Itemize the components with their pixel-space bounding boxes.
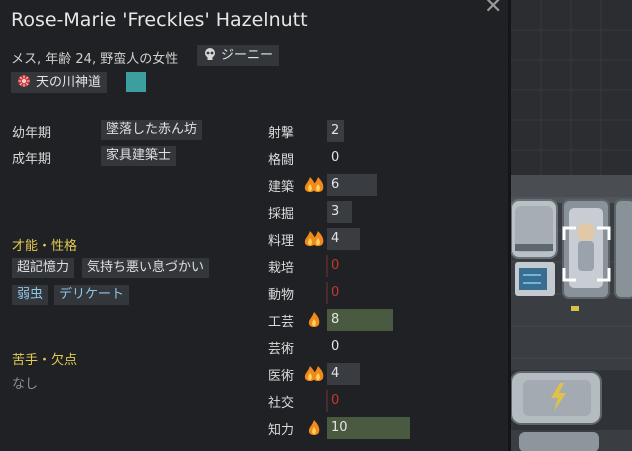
map-scene <box>511 0 632 451</box>
skill-disabled-marker <box>326 282 328 304</box>
skill-name: 社交 <box>268 396 295 411</box>
traits-heading: 才能・性格 <box>12 239 78 254</box>
ideo-color-swatch[interactable] <box>126 72 146 92</box>
minor-passion-icon <box>308 418 320 442</box>
pawn-name: Rose-Marie 'Freckles' Hazelnutt <box>11 9 308 31</box>
skill-level: 10 <box>331 420 348 435</box>
skill-name: 医術 <box>268 369 295 384</box>
skill-disabled-marker <box>326 390 328 412</box>
childhood-backstory[interactable]: 墜落した赤ん坊 <box>101 120 203 140</box>
skill-level: 8 <box>331 312 340 327</box>
skill-disabled-marker <box>326 255 328 277</box>
skill-name: 格闘 <box>268 153 295 168</box>
minor-passion-icon <box>308 310 320 334</box>
gene-chip[interactable]: デリケート <box>54 285 130 305</box>
close-icon[interactable]: ✕ <box>484 0 502 19</box>
ideoligion-chip[interactable]: 天の川神道 <box>11 72 108 93</box>
pawn-description: メス, 年齢 24, 野蛮人の女性 <box>11 52 179 67</box>
trait-chip[interactable]: 超記憶力 <box>12 258 75 278</box>
gene-chip[interactable]: 弱虫 <box>12 285 49 305</box>
map-view[interactable] <box>511 0 632 451</box>
skill-name: 動物 <box>268 288 295 303</box>
skill-level: 2 <box>331 123 340 138</box>
childhood-label: 幼年期 <box>12 126 52 141</box>
skill-level: 3 <box>331 204 340 219</box>
skill-level: 0 <box>331 150 340 165</box>
xenotype-chip[interactable]: ジーニー <box>197 45 280 66</box>
major-passion-icon <box>303 175 325 199</box>
skill-name: 料理 <box>268 234 295 249</box>
skill-name: 建築 <box>268 180 295 195</box>
skill-name: 栽培 <box>268 261 295 276</box>
skill-level: 0 <box>331 393 340 408</box>
skill-name: 芸術 <box>268 342 295 357</box>
character-panel: Rose-Marie 'Freckles' Hazelnutt ✕ メス, 年齢… <box>0 0 508 451</box>
incapable-heading: 苦手・欠点 <box>12 353 78 368</box>
adulthood-label: 成年期 <box>12 152 52 167</box>
xenotype-label: ジーニー <box>221 48 274 63</box>
skill-level: 0 <box>331 258 340 273</box>
skill-name: 射撃 <box>268 126 295 141</box>
skill-level: 4 <box>331 231 340 246</box>
adulthood-backstory[interactable]: 家具建築士 <box>101 146 177 166</box>
incapable-value: なし <box>12 377 39 392</box>
skill-level: 0 <box>331 339 340 354</box>
ideo-symbol-icon <box>18 75 30 87</box>
skill-name: 工芸 <box>268 315 295 330</box>
ideoligion-label: 天の川神道 <box>36 75 102 90</box>
skill-level: 6 <box>331 177 340 192</box>
skull-icon <box>205 48 215 60</box>
skill-level: 0 <box>331 285 340 300</box>
trait-chip[interactable]: 気持ち悪い息づかい <box>82 258 210 278</box>
skill-name: 採掘 <box>268 207 295 222</box>
skill-level: 4 <box>331 366 340 381</box>
major-passion-icon <box>303 364 325 388</box>
skill-name: 知力 <box>268 423 295 438</box>
major-passion-icon <box>303 229 325 253</box>
